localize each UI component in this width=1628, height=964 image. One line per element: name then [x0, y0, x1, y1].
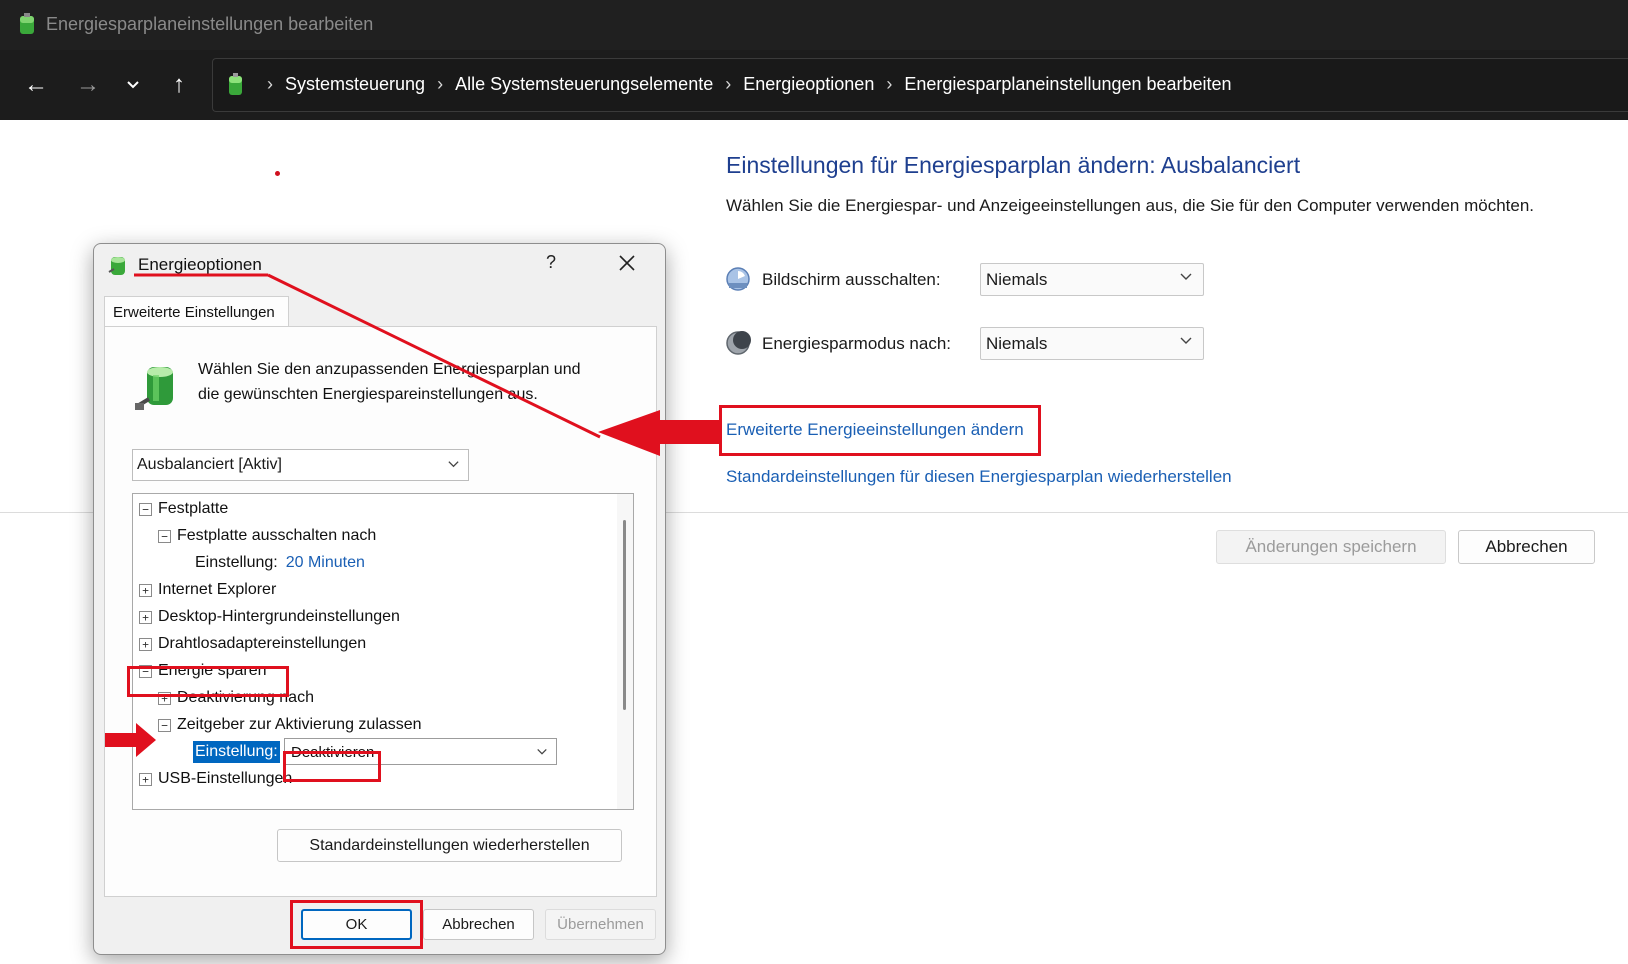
dialog-intro-text: Wählen Sie den anzupassenden Energiespar… — [198, 357, 581, 407]
window-title: Energiesparplaneinstellungen bearbeiten — [46, 14, 374, 34]
tree-item-label: Desktop-Hintergrundeinstellungen — [158, 608, 400, 625]
up-arrow-icon[interactable]: ↑ — [162, 68, 196, 102]
selected-setting-label: Einstellung: — [193, 741, 280, 763]
apply-button[interactable]: Übernehmen — [545, 909, 656, 940]
display-off-value: Niemals — [986, 270, 1048, 289]
scrollbar-thumb[interactable] — [623, 520, 626, 710]
sleep-dropdown[interactable]: Niemals — [980, 327, 1204, 360]
tree-item-zeitgeber[interactable]: − Zeitgeber zur Aktivierung zulassen — [158, 712, 422, 738]
restore-plan-defaults-link[interactable]: Standardeinstellungen für diesen Energie… — [726, 467, 1232, 487]
intro-line-2: die gewünschten Energiespareinstellungen… — [198, 386, 538, 403]
power-options-breadcrumb-icon — [229, 73, 242, 95]
expand-icon[interactable]: + — [139, 610, 152, 624]
plan-select-dropdown[interactable]: Ausbalanciert [Aktiv] — [132, 449, 469, 481]
battery-plug-icon — [135, 367, 173, 410]
breadcrumb-systemsteuerung[interactable]: Systemsteuerung — [285, 74, 425, 95]
setting-label: Einstellung: — [195, 554, 278, 571]
display-off-label: Bildschirm ausschalten: — [762, 270, 941, 289]
breadcrumb-separator[interactable]: › — [725, 74, 731, 95]
breadcrumb-alle-elemente[interactable]: Alle Systemsteuerungselemente — [455, 74, 713, 95]
tree-item-festplatte-einstellung[interactable]: Einstellung: 20 Minuten — [195, 550, 365, 576]
collapse-icon[interactable]: − — [158, 718, 171, 732]
breadcrumb-separator[interactable]: › — [886, 74, 892, 95]
restore-defaults-button[interactable]: Standardeinstellungen wiederherstellen — [277, 829, 622, 862]
tree-item-internet-explorer[interactable]: + Internet Explorer — [139, 577, 276, 603]
power-options-dialog: Energieoptionen ? Erweiterte Einstellung… — [93, 243, 666, 955]
tree-item-desktop-background[interactable]: + Desktop-Hintergrundeinstellungen — [139, 604, 400, 630]
expand-icon[interactable]: + — [139, 637, 152, 651]
tree-item-label: Internet Explorer — [158, 581, 277, 598]
page-description: Wählen Sie die Energiespar- und Anzeigee… — [726, 196, 1534, 215]
cancel-button[interactable]: Abbrechen — [1458, 530, 1595, 564]
annotation-box-energie-sparen — [127, 666, 289, 697]
forward-arrow-icon[interactable]: → — [71, 68, 105, 102]
annotation-box-deaktivieren — [283, 751, 381, 782]
tree-item-label: Drahtlosadaptereinstellungen — [158, 635, 367, 652]
sleep-value: Niemals — [986, 334, 1048, 353]
chevron-down-icon — [1180, 337, 1192, 344]
tree-item-festplatte[interactable]: − Festplatte — [139, 496, 228, 522]
chevron-down-icon — [537, 749, 547, 755]
tree-scrollbar[interactable] — [617, 494, 633, 809]
power-plan-icon — [108, 257, 125, 275]
tree-item-label: Zeitgeber zur Aktivierung zulassen — [177, 716, 422, 733]
help-icon[interactable]: ? — [546, 252, 556, 273]
back-arrow-icon[interactable]: ← — [19, 68, 53, 102]
tree-item-label: Festplatte ausschalten nach — [177, 527, 377, 544]
recent-locations-chevron-icon[interactable] — [116, 68, 150, 102]
sleep-label: Energiesparmodus nach: — [762, 334, 952, 353]
tree-item-label: Festplatte — [158, 500, 229, 517]
dialog-cancel-button[interactable]: Abbrechen — [423, 909, 534, 940]
close-icon[interactable] — [614, 250, 640, 276]
display-off-dropdown[interactable]: Niemals — [980, 263, 1204, 296]
breadcrumb-separator: › — [267, 74, 273, 94]
settings-tree[interactable]: − Festplatte − Festplatte ausschalten nach… — [132, 493, 634, 810]
intro-line-1: Wählen Sie den anzupassenden Energiespar… — [198, 361, 581, 378]
collapse-icon[interactable]: − — [158, 529, 171, 543]
breadcrumb-separator[interactable]: › — [437, 74, 443, 95]
navigation-bar: ← → ↑ › Systemsteuerung › Alle Systemste… — [0, 50, 1628, 120]
display-monitor-icon — [726, 267, 750, 291]
sleep-moon-icon — [726, 331, 751, 355]
power-options-app-icon — [20, 13, 34, 34]
expand-icon[interactable]: + — [139, 772, 152, 786]
tree-item-label: USB-Einstellungen — [158, 770, 293, 787]
expand-icon[interactable]: + — [139, 583, 152, 597]
tree-item-festplatte-aus[interactable]: − Festplatte ausschalten nach — [158, 523, 376, 549]
annotation-box-ok-button — [290, 900, 423, 949]
tree-item-zeitgeber-einstellung[interactable]: Einstellung: — [193, 739, 280, 765]
plan-select-value: Ausbalanciert [Aktiv] — [137, 456, 282, 473]
page-title: Einstellungen für Energiesparplan ändern… — [726, 152, 1301, 178]
title-bar: Energiesparplaneinstellungen bearbeiten — [0, 0, 1628, 50]
annotation-box-advanced-link — [719, 405, 1041, 456]
chevron-down-icon — [1180, 273, 1192, 280]
dialog-title: Energieoptionen — [138, 255, 262, 274]
tree-item-usb[interactable]: + USB-Einstellungen — [139, 766, 292, 792]
setting-value[interactable]: 20 Minuten — [286, 554, 365, 572]
address-bar[interactable]: › Systemsteuerung › Alle Systemsteuerung… — [212, 58, 1628, 112]
breadcrumb-energieoptionen[interactable]: Energieoptionen — [743, 74, 874, 95]
tab-advanced-settings[interactable]: Erweiterte Einstellungen — [104, 296, 289, 327]
collapse-icon[interactable]: − — [139, 502, 152, 516]
save-changes-button[interactable]: Änderungen speichern — [1216, 530, 1446, 564]
tree-item-wireless-adapter[interactable]: + Drahtlosadaptereinstellungen — [139, 631, 366, 657]
annotation-dot — [275, 171, 280, 176]
breadcrumb: › Systemsteuerung › Alle Systemsteuerung… — [255, 74, 1232, 95]
breadcrumb-plan-settings[interactable]: Energiesparplaneinstellungen bearbeiten — [904, 74, 1231, 95]
advanced-settings-panel: Wählen Sie den anzupassenden Energiespar… — [104, 326, 657, 897]
chevron-down-icon — [448, 461, 459, 468]
